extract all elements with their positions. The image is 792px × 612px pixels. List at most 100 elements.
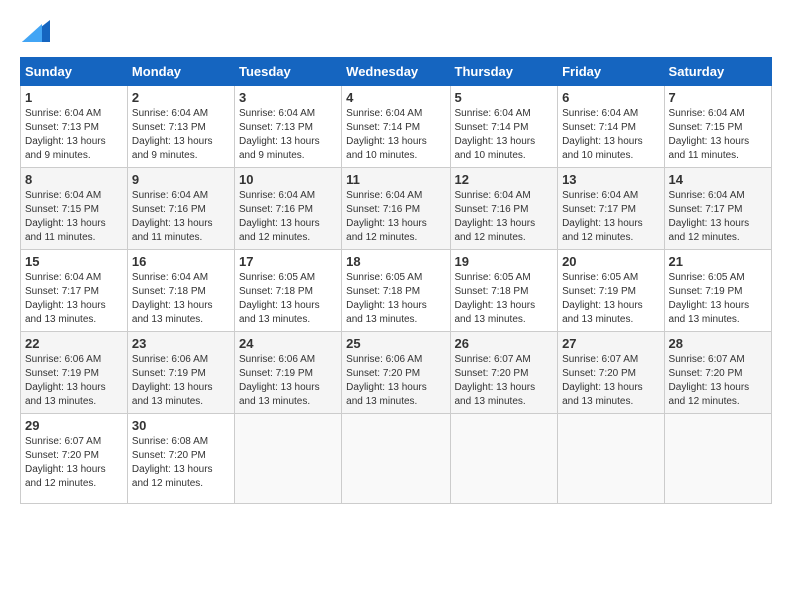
- day-number: 13: [562, 172, 659, 187]
- calendar-cell: 26 Sunrise: 6:07 AMSunset: 7:20 PMDayligh…: [450, 332, 558, 414]
- calendar-cell: [664, 414, 771, 504]
- day-number: 4: [346, 90, 445, 105]
- weekday-header-saturday: Saturday: [664, 58, 771, 86]
- day-number: 7: [669, 90, 767, 105]
- calendar-cell: 13 Sunrise: 6:04 AMSunset: 7:17 PMDayligh…: [558, 168, 664, 250]
- calendar-cell: 29 Sunrise: 6:07 AMSunset: 7:20 PMDayligh…: [21, 414, 128, 504]
- calendar-cell: 17Sunrise: 6:05 AMSunset: 7:18 PMDayligh…: [234, 250, 341, 332]
- calendar-cell: [234, 414, 341, 504]
- day-info: Sunrise: 6:07 AMSunset: 7:20 PMDaylight:…: [562, 353, 659, 409]
- day-info: Sunrise: 6:04 AMSunset: 7:17 PMDaylight:…: [562, 189, 659, 245]
- day-info: Sunrise: 6:05 AMSunset: 7:19 PMDaylight:…: [562, 271, 659, 327]
- logo: [20, 20, 50, 47]
- day-info: Sunrise: 6:06 AMSunset: 7:20 PMDaylight:…: [346, 353, 445, 409]
- day-number: 30: [132, 418, 230, 433]
- day-info: Sunrise: 6:07 AMSunset: 7:20 PMDaylight:…: [25, 435, 123, 491]
- day-info: Sunrise: 6:04 AMSunset: 7:18 PMDaylight:…: [132, 271, 230, 327]
- day-info: Sunrise: 6:07 AMSunset: 7:20 PMDaylight:…: [669, 353, 767, 409]
- day-info: Sunrise: 6:05 AMSunset: 7:19 PMDaylight:…: [669, 271, 767, 327]
- day-number: 22: [25, 336, 123, 351]
- weekday-header-wednesday: Wednesday: [342, 58, 450, 86]
- day-number: 12: [455, 172, 554, 187]
- day-info: Sunrise: 6:04 AMSunset: 7:17 PMDaylight:…: [669, 189, 767, 245]
- day-number: 25: [346, 336, 445, 351]
- day-number: 1: [25, 90, 123, 105]
- day-number: 16: [132, 254, 230, 269]
- logo-text: [20, 20, 50, 47]
- calendar-cell: 28 Sunrise: 6:07 AMSunset: 7:20 PMDayligh…: [664, 332, 771, 414]
- day-number: 9: [132, 172, 230, 187]
- day-number: 6: [562, 90, 659, 105]
- calendar-cell: 30Sunrise: 6:08 AMSunset: 7:20 PMDayligh…: [127, 414, 234, 504]
- calendar-cell: 3Sunrise: 6:04 AMSunset: 7:13 PMDaylight…: [234, 86, 341, 168]
- logo-icon: [22, 20, 50, 42]
- day-info: Sunrise: 6:04 AMSunset: 7:16 PMDaylight:…: [455, 189, 554, 245]
- weekday-header-tuesday: Tuesday: [234, 58, 341, 86]
- day-info: Sunrise: 6:06 AMSunset: 7:19 PMDaylight:…: [239, 353, 337, 409]
- week-row-5: 29 Sunrise: 6:07 AMSunset: 7:20 PMDayligh…: [21, 414, 772, 504]
- weekday-header-row: SundayMondayTuesdayWednesdayThursdayFrid…: [21, 58, 772, 86]
- calendar-cell: 23Sunrise: 6:06 AMSunset: 7:19 PMDayligh…: [127, 332, 234, 414]
- calendar-cell: 1 Sunrise: 6:04 AMSunset: 7:13 PMDaylight…: [21, 86, 128, 168]
- calendar-cell: 2 Sunrise: 6:04 AMSunset: 7:13 PMDaylight…: [127, 86, 234, 168]
- day-info: Sunrise: 6:06 AMSunset: 7:19 PMDaylight:…: [25, 353, 123, 409]
- day-number: 5: [455, 90, 554, 105]
- calendar-cell: 12 Sunrise: 6:04 AMSunset: 7:16 PMDayligh…: [450, 168, 558, 250]
- calendar-cell: 8 Sunrise: 6:04 AMSunset: 7:15 PMDaylight…: [21, 168, 128, 250]
- day-number: 10: [239, 172, 337, 187]
- calendar-cell: [558, 414, 664, 504]
- week-row-2: 8 Sunrise: 6:04 AMSunset: 7:15 PMDaylight…: [21, 168, 772, 250]
- week-row-4: 22 Sunrise: 6:06 AMSunset: 7:19 PMDayligh…: [21, 332, 772, 414]
- day-info: Sunrise: 6:04 AMSunset: 7:15 PMDaylight:…: [25, 189, 123, 245]
- day-number: 18: [346, 254, 445, 269]
- day-number: 17: [239, 254, 337, 269]
- calendar-cell: 10 Sunrise: 6:04 AMSunset: 7:16 PMDayligh…: [234, 168, 341, 250]
- calendar-cell: 18 Sunrise: 6:05 AMSunset: 7:18 PMDayligh…: [342, 250, 450, 332]
- day-number: 21: [669, 254, 767, 269]
- weekday-header-friday: Friday: [558, 58, 664, 86]
- day-number: 26: [455, 336, 554, 351]
- day-number: 28: [669, 336, 767, 351]
- calendar-table: SundayMondayTuesdayWednesdayThursdayFrid…: [20, 57, 772, 504]
- day-number: 24: [239, 336, 337, 351]
- day-number: 2: [132, 90, 230, 105]
- day-info: Sunrise: 6:06 AMSunset: 7:19 PMDaylight:…: [132, 353, 230, 409]
- day-info: Sunrise: 6:04 AMSunset: 7:13 PMDaylight:…: [25, 107, 123, 163]
- day-number: 15: [25, 254, 123, 269]
- calendar-cell: 5 Sunrise: 6:04 AMSunset: 7:14 PMDaylight…: [450, 86, 558, 168]
- weekday-header-monday: Monday: [127, 58, 234, 86]
- calendar-cell: 4Sunrise: 6:04 AMSunset: 7:14 PMDaylight…: [342, 86, 450, 168]
- calendar-cell: 6 Sunrise: 6:04 AMSunset: 7:14 PMDaylight…: [558, 86, 664, 168]
- day-number: 20: [562, 254, 659, 269]
- day-number: 11: [346, 172, 445, 187]
- day-info: Sunrise: 6:04 AMSunset: 7:13 PMDaylight:…: [132, 107, 230, 163]
- weekday-header-thursday: Thursday: [450, 58, 558, 86]
- calendar-cell: 9 Sunrise: 6:04 AMSunset: 7:16 PMDaylight…: [127, 168, 234, 250]
- calendar-cell: 20 Sunrise: 6:05 AMSunset: 7:19 PMDayligh…: [558, 250, 664, 332]
- day-info: Sunrise: 6:07 AMSunset: 7:20 PMDaylight:…: [455, 353, 554, 409]
- week-row-1: 1 Sunrise: 6:04 AMSunset: 7:13 PMDaylight…: [21, 86, 772, 168]
- day-info: Sunrise: 6:05 AMSunset: 7:18 PMDaylight:…: [455, 271, 554, 327]
- day-info: Sunrise: 6:04 AMSunset: 7:15 PMDaylight:…: [669, 107, 767, 163]
- weekday-header-sunday: Sunday: [21, 58, 128, 86]
- day-number: 29: [25, 418, 123, 433]
- day-info: Sunrise: 6:04 AMSunset: 7:14 PMDaylight:…: [562, 107, 659, 163]
- day-info: Sunrise: 6:04 AMSunset: 7:14 PMDaylight:…: [455, 107, 554, 163]
- calendar-cell: 27Sunrise: 6:07 AMSunset: 7:20 PMDayligh…: [558, 332, 664, 414]
- calendar-cell: 19Sunrise: 6:05 AMSunset: 7:18 PMDayligh…: [450, 250, 558, 332]
- calendar-cell: 16 Sunrise: 6:04 AMSunset: 7:18 PMDayligh…: [127, 250, 234, 332]
- header: [20, 20, 772, 47]
- calendar-cell: 7 Sunrise: 6:04 AMSunset: 7:15 PMDaylight…: [664, 86, 771, 168]
- calendar-cell: [342, 414, 450, 504]
- day-info: Sunrise: 6:04 AMSunset: 7:16 PMDaylight:…: [132, 189, 230, 245]
- calendar-cell: 21 Sunrise: 6:05 AMSunset: 7:19 PMDayligh…: [664, 250, 771, 332]
- calendar-cell: 25 Sunrise: 6:06 AMSunset: 7:20 PMDayligh…: [342, 332, 450, 414]
- calendar-cell: 24 Sunrise: 6:06 AMSunset: 7:19 PMDayligh…: [234, 332, 341, 414]
- calendar-cell: 15Sunrise: 6:04 AMSunset: 7:17 PMDayligh…: [21, 250, 128, 332]
- calendar-cell: [450, 414, 558, 504]
- week-row-3: 15Sunrise: 6:04 AMSunset: 7:17 PMDayligh…: [21, 250, 772, 332]
- day-info: Sunrise: 6:05 AMSunset: 7:18 PMDaylight:…: [346, 271, 445, 327]
- day-number: 8: [25, 172, 123, 187]
- day-number: 3: [239, 90, 337, 105]
- day-info: Sunrise: 6:04 AMSunset: 7:16 PMDaylight:…: [239, 189, 337, 245]
